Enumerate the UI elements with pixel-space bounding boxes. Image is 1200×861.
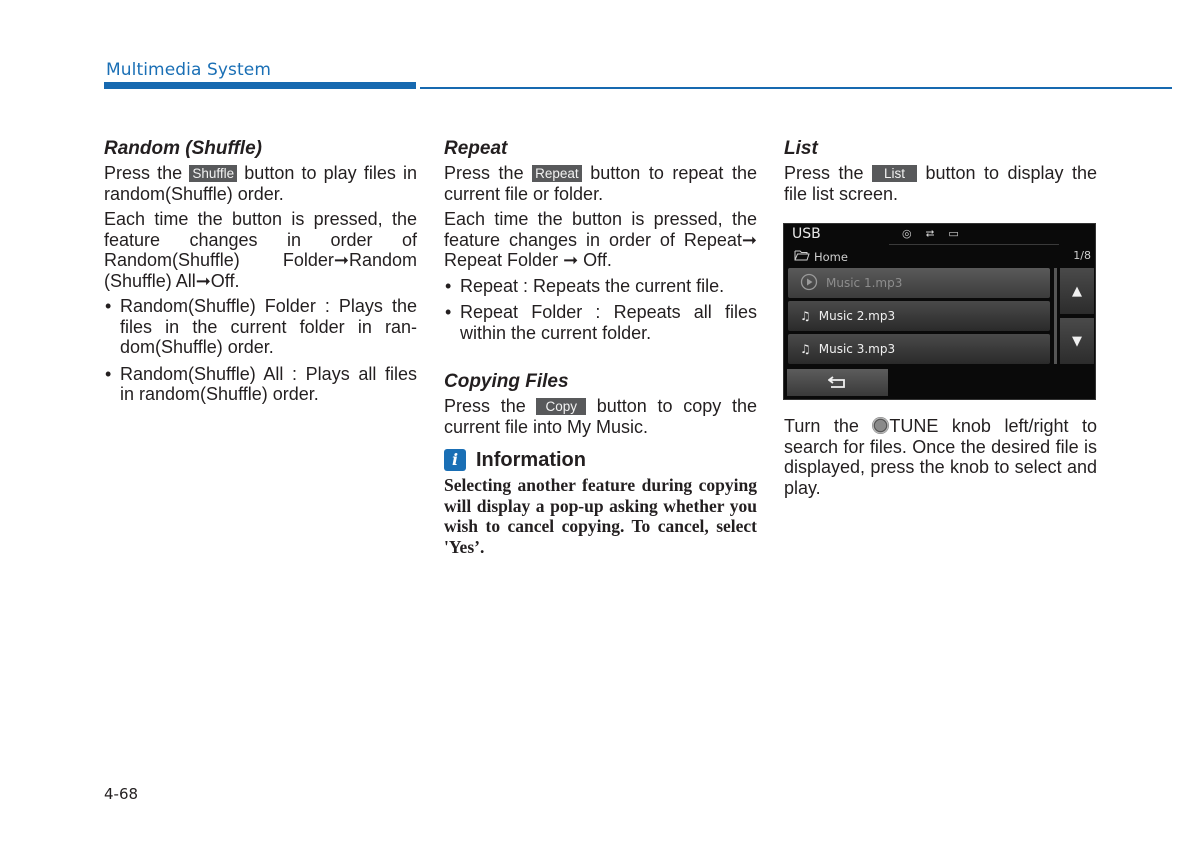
folder-name: Home — [814, 249, 848, 264]
usb-icon: ⮂ — [925, 227, 935, 240]
copying-intro: Press the Copy button to copy the curren… — [444, 396, 757, 437]
back-button[interactable] — [787, 369, 888, 396]
music-note-icon: ♫ — [800, 309, 811, 323]
repeat-bullets: Repeat : Repeats the current file. Repea… — [444, 276, 757, 344]
copy-button-label: Copy — [536, 398, 586, 415]
file-list-screen: USB ◎ ⮂ ▭ Home 1/8 Music 1.mp3 ♫ Music 2… — [783, 223, 1096, 400]
disc-icon: ◎ — [902, 227, 912, 240]
battery-icon: ▭ — [948, 227, 959, 240]
scroll-up-button[interactable]: ▲ — [1060, 268, 1094, 314]
random-bullets: Random(Shuffle) Folder : Plays the files… — [104, 296, 417, 405]
file-row[interactable]: Music 1.mp3 — [788, 268, 1050, 298]
heading-random: Random (Shuffle) — [104, 138, 262, 159]
heading-copying: Copying Files — [444, 371, 569, 392]
random-intro-prefix: Press the — [104, 163, 190, 183]
repeat-intro-prefix: Press the — [444, 163, 533, 183]
shuffle-button-label: Shuffle — [189, 165, 238, 182]
triangle-up-icon: ▲ — [1072, 283, 1082, 299]
information-title: Information — [476, 448, 586, 471]
random-order-text: Each time the button is pressed, the fea… — [104, 209, 417, 291]
status-icons: ◎ ⮂ ▭ — [902, 227, 959, 241]
file-name: Music 3.mp3 — [818, 342, 896, 356]
column-random: Random (Shuffle) Press the Shuffle butto… — [104, 138, 417, 411]
repeat-order-text: Each time the button is pressed, the fea… — [444, 209, 757, 270]
header-rule-thin — [420, 87, 1172, 89]
heading-repeat: Repeat — [444, 138, 508, 159]
page-indicator: 1/8 — [1073, 249, 1091, 262]
repeat-intro: Press the Repeat button to repeat the cu… — [444, 163, 757, 204]
tune-prefix: Turn the — [784, 416, 873, 436]
list-scrollbar[interactable] — [1054, 268, 1057, 364]
heading-list: List — [784, 138, 818, 159]
tune-knob-text: Turn the TUNE knob left/right to search … — [784, 416, 1097, 498]
information-body: Selecting another feature during copying… — [444, 475, 757, 557]
triangle-down-icon: ▼ — [1072, 333, 1082, 349]
copying-intro-prefix: Press the — [444, 396, 537, 416]
play-icon — [800, 273, 818, 294]
column-repeat: Repeat Press the Repeat button to repeat… — [444, 138, 757, 557]
screen-status-bar: USB ◎ ⮂ ▭ — [784, 224, 1095, 246]
repeat-button-label: Repeat — [532, 165, 582, 182]
status-divider — [889, 244, 1059, 245]
file-name: Music 2.mp3 — [818, 309, 896, 323]
folder-icon — [794, 249, 810, 264]
list-button-label: List — [871, 165, 917, 182]
back-arrow-icon — [827, 374, 848, 392]
header-rule-thick — [104, 82, 416, 89]
information-header: i Information — [444, 449, 757, 471]
music-note-icon: ♫ — [800, 342, 811, 356]
info-icon: i — [444, 449, 466, 471]
file-name: Music 1.mp3 — [826, 276, 903, 290]
bullet-item: Repeat : Repeats the current file. — [444, 276, 757, 297]
random-intro: Press the Shuffle button to play files i… — [104, 163, 417, 204]
list-intro: Press the List button to display the fil… — [784, 163, 1097, 204]
tune-knob-icon — [872, 417, 890, 434]
bullet-item: Random(Shuffle) Folder : Plays the files… — [104, 296, 417, 358]
scroll-down-button[interactable]: ▼ — [1060, 318, 1094, 364]
list-intro-prefix: Press the — [784, 163, 872, 183]
source-label: USB — [792, 226, 821, 242]
bullet-item: Repeat Folder : Repeats all files within… — [444, 302, 757, 343]
page-number: 4-68 — [104, 785, 139, 803]
bullet-item: Random(Shuffle) All : Plays all files in… — [104, 364, 417, 405]
file-row[interactable]: ♫ Music 3.mp3 — [788, 334, 1050, 364]
section-title: Multimedia System — [106, 60, 272, 80]
file-row[interactable]: ♫ Music 2.mp3 — [788, 301, 1050, 331]
folder-path[interactable]: Home — [794, 249, 848, 264]
